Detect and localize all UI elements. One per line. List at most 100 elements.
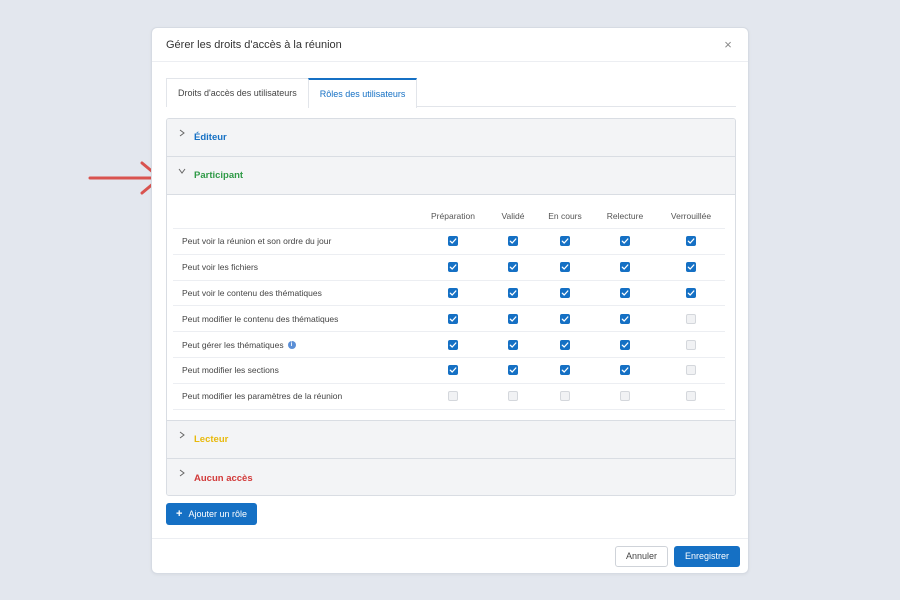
tab-user-roles[interactable]: Rôles des utilisateurs [307,78,418,108]
column-header: Validé [501,210,525,221]
check-icon [509,341,517,348]
permission-label-text: Peut voir les fichiers [182,262,259,273]
modal-title: Gérer les droits d'accès à la réunion [166,38,342,51]
role-header-participant[interactable]: Participant [167,157,735,195]
role-name-participant: Participant [194,170,244,181]
permission-row: Peut voir la réunion et son ordre du jou… [173,229,725,255]
checkbox-unchecked[interactable] [686,313,696,324]
role-header-no-access[interactable]: Aucun accès [167,459,735,495]
checkbox-unchecked[interactable] [560,391,570,402]
checkbox-checked[interactable] [560,287,570,298]
check-icon [561,316,569,322]
checkbox-checked[interactable] [560,236,570,247]
permission-label: Peut modifier le contenu des thématiques [173,314,417,324]
check-icon [449,238,457,245]
checkbox-checked[interactable] [508,365,518,376]
check-icon [687,238,695,245]
permission-row: Peut modifier le contenu des thématiques [173,306,725,333]
column-header: Verrouillée [670,210,712,221]
checkbox-checked[interactable] [686,262,696,273]
permission-label: Peut voir le contenu des thématiques [173,288,417,298]
checkbox-checked[interactable] [560,262,570,273]
checkbox-unchecked[interactable] [620,391,630,402]
check-icon [687,290,695,296]
checkbox-checked[interactable] [448,339,458,350]
permission-label: Peut modifier les paramètres de la réuni… [173,391,417,401]
permission-label: Peut voir la réunion et son ordre du jou… [173,236,417,246]
checkbox-checked[interactable] [560,313,570,324]
checkbox-checked[interactable] [620,365,630,376]
roles-accordion: Éditeur Participant Préparation Validé E… [166,118,736,496]
permissions-header-row: Préparation Validé En cours Relecture Ve… [173,203,725,229]
checkbox-unchecked[interactable] [508,391,518,402]
checkbox-checked[interactable] [560,339,570,350]
permission-row: Peut voir le contenu des thématiques [173,281,725,307]
checkbox-checked[interactable] [620,313,630,324]
add-role-label: Ajouter un rôle [188,509,247,519]
role-header-reader[interactable]: Lecteur [167,421,735,459]
info-icon[interactable]: i [287,340,296,349]
checkbox-unchecked[interactable] [686,365,696,376]
check-icon [621,290,629,296]
tab-bar: Droits d'accès des utilisateurs Rôles de… [166,78,736,108]
permission-label-text: Peut gérer les thématiques [182,339,284,350]
check-icon [687,264,695,270]
check-icon [449,367,457,374]
check-icon [449,290,457,296]
checkbox-checked[interactable] [508,313,518,324]
check-icon [621,367,629,374]
check-icon [561,367,569,374]
checkbox-checked[interactable] [448,365,458,376]
permission-label-text: Peut modifier le contenu des thématiques [182,313,339,324]
check-icon [509,290,517,296]
checkbox-checked[interactable] [620,287,630,298]
column-header: En cours [548,210,582,221]
chevron-right-icon [177,468,187,478]
check-icon [509,316,517,322]
check-icon [621,341,629,348]
check-icon [449,316,457,322]
column-header: Relecture [606,210,644,221]
checkbox-unchecked[interactable] [686,391,696,402]
permission-row: Peut modifier les sections [173,358,725,384]
cancel-button[interactable]: Annuler [614,545,668,567]
checkbox-checked[interactable] [508,339,518,350]
checkbox-checked[interactable] [620,339,630,350]
permission-row: Peut gérer les thématiques i [173,332,725,358]
checkbox-checked[interactable] [686,287,696,298]
checkbox-checked[interactable] [448,313,458,324]
check-icon [509,367,517,374]
check-icon [621,238,629,245]
checkbox-unchecked[interactable] [448,391,458,402]
tab-user-access-rights[interactable]: Droits d'accès des utilisateurs [166,78,309,107]
permission-label-text: Peut modifier les paramètres de la réuni… [182,391,343,402]
checkbox-unchecked[interactable] [686,339,696,350]
permission-row: Peut voir les fichiers [173,255,725,281]
permission-label-text: Peut voir le contenu des thématiques [182,287,322,298]
close-icon[interactable]: × [720,37,736,53]
checkbox-checked[interactable] [448,287,458,298]
plus-icon: + [176,508,183,520]
role-name-editor: Éditeur [194,132,227,143]
access-rights-modal: Gérer les droits d'accès à la réunion × … [151,27,749,574]
check-icon [561,238,569,245]
checkbox-checked[interactable] [448,262,458,273]
add-role-button[interactable]: + Ajouter un rôle [166,503,257,525]
check-icon [561,290,569,296]
checkbox-checked[interactable] [620,236,630,247]
checkbox-checked[interactable] [686,236,696,247]
checkbox-checked[interactable] [508,236,518,247]
checkbox-checked[interactable] [560,365,570,376]
check-icon [449,264,457,270]
permission-label: Peut gérer les thématiques i [173,340,417,350]
save-button[interactable]: Enregistrer [673,545,740,567]
role-name-reader: Lecteur [194,434,229,445]
checkbox-checked[interactable] [448,236,458,247]
role-header-editor[interactable]: Éditeur [167,119,735,157]
check-icon [621,264,629,270]
check-icon [509,238,517,245]
checkbox-checked[interactable] [620,262,630,273]
permissions-table: Préparation Validé En cours Relecture Ve… [173,203,725,410]
checkbox-checked[interactable] [508,287,518,298]
checkbox-checked[interactable] [508,262,518,273]
